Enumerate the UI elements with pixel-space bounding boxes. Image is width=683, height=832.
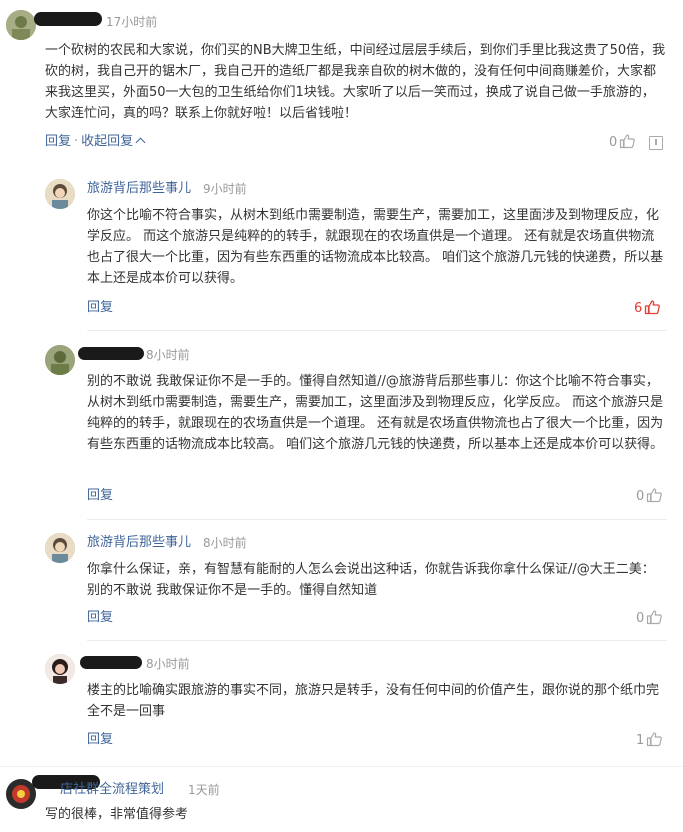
comment-time: 1天前 xyxy=(188,783,220,797)
comment-actions: 回复 xyxy=(87,487,113,505)
redacted-username xyxy=(78,347,144,360)
comment-time: 9小时前 xyxy=(203,182,247,196)
thumbs-up-icon xyxy=(645,300,661,315)
avatar[interactable] xyxy=(6,10,36,40)
like-count: 0 xyxy=(636,489,645,504)
comment-body: 别的不敢说 我敢保证你不是一手的。懂得自然知道//@旅游背后那些事儿：你这个比喻… xyxy=(87,374,664,452)
reply-button[interactable]: 回复 xyxy=(87,610,113,625)
like-count: 0 xyxy=(636,611,645,626)
comment-body: 一个砍树的农民和大家说，你们买的NB大牌卫生纸，中间经过层层手续后，到你们手里比… xyxy=(45,43,666,121)
thumbs-up-icon xyxy=(647,610,663,625)
like-button[interactable]: 6 xyxy=(634,299,661,318)
comment-author[interactable]: 旅游背后那些事儿 xyxy=(87,180,191,198)
like-count: 1 xyxy=(636,733,645,748)
avatar[interactable] xyxy=(45,654,75,684)
comment-author[interactable]: 旅游背后那些事儿 xyxy=(87,534,191,552)
like-count: 0 xyxy=(609,135,618,150)
separator: · xyxy=(74,134,79,149)
avatar[interactable] xyxy=(45,533,75,563)
comment-body: 写的很棒，非常值得参考 xyxy=(45,807,189,822)
redacted-username xyxy=(80,656,142,669)
avatar[interactable] xyxy=(45,179,75,209)
chevron-up-icon[interactable] xyxy=(135,137,146,148)
thumbs-up-icon xyxy=(620,134,636,149)
like-button[interactable]: 1 xyxy=(636,731,663,750)
report-icon[interactable] xyxy=(649,136,663,150)
comment-body: 你拿什么保证，亲，有智慧有能耐的人怎么会说出这种话，你就告诉我你拿什么保证//@… xyxy=(87,562,655,598)
comment-body: 你这个比喻不符合事实，从树木到纸巾需要制造，需要生产，需要加工，这里面涉及到物理… xyxy=(87,208,664,286)
comment-time: 8小时前 xyxy=(146,657,190,671)
reply-button[interactable]: 回复 xyxy=(87,732,113,747)
comment-actions: 回复 xyxy=(87,731,113,749)
divider xyxy=(87,330,667,331)
like-button[interactable]: 0 xyxy=(636,487,663,506)
comment-body: 楼主的比喻确实跟旅游的事实不同，旅游只是转手，没有任何中间的价值产生，跟你说的那… xyxy=(87,683,660,719)
collapse-replies-button[interactable]: 收起回复 xyxy=(81,134,133,149)
comment-actions: 回复 · 收起回复 xyxy=(45,133,146,151)
comment-author[interactable]: 店社群全流程策划 xyxy=(60,781,164,799)
comment-actions: 回复 xyxy=(87,609,113,627)
reply-button[interactable]: 回复 xyxy=(87,300,113,315)
divider xyxy=(0,766,683,767)
divider xyxy=(87,640,667,641)
thumbs-up-icon xyxy=(647,732,663,747)
redacted-username xyxy=(34,12,102,26)
divider xyxy=(87,519,667,520)
comment-time: 17小时前 xyxy=(106,15,158,29)
thumbs-up-icon xyxy=(647,488,663,503)
like-button[interactable]: 0 xyxy=(636,609,663,628)
reply-button[interactable]: 回复 xyxy=(45,134,71,149)
avatar[interactable] xyxy=(45,345,75,375)
comment-time: 8小时前 xyxy=(146,348,190,362)
reply-button[interactable]: 回复 xyxy=(87,488,113,503)
comment-time: 8小时前 xyxy=(203,536,247,550)
like-button[interactable]: 0 xyxy=(609,133,636,152)
like-count: 6 xyxy=(634,301,643,316)
comment-actions: 回复 xyxy=(87,299,113,317)
